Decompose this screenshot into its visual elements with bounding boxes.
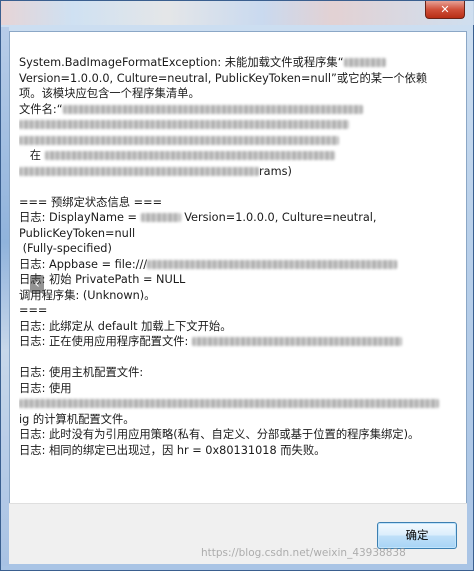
message-line [19,117,459,133]
message-line: 日志: 相同的绑定已出现过，因 hr = 0x80131018 而失败。 [19,443,459,459]
message-line: 日志: 正在使用应用程序配置文件: [19,334,459,350]
message-text: 在 [19,149,45,162]
message-line: 项。该模块应包含一个程序集清单。 [19,86,459,102]
message-line: 日志: 使用主机配置文件: [19,365,459,381]
message-text: 日志: 相同的绑定已出现过，因 hr = 0x80131018 而失败。 [19,443,326,457]
message-text: ig 的计算机配置文件。 [19,412,135,426]
message-line: (Fully-specified) [19,241,459,257]
message-line: PublicKeyToken=null [19,226,459,242]
message-text: PublicKeyToken=null [19,226,136,240]
redacted-text [19,120,349,129]
ok-button[interactable]: 确定 [377,522,457,549]
message-text: Version=1.0.0.0, Culture=neutral, Public… [19,71,428,85]
redacted-text [19,135,339,145]
message-text: 日志: 此绑定从 default 加载上下文开始。 [19,319,232,333]
message-line [19,350,459,366]
message-line: === 预绑定状态信息 === [19,195,459,211]
message-text: 日志: 正在使用应用程序配置文件: [19,335,192,348]
message-line: Version=1.0.0.0, Culture=neutral, Public… [19,71,459,87]
message-line: 日志: Appbase = file:/// [19,257,459,273]
message-text: 文件名:“ [19,102,63,116]
error-message: System.BadImageFormatException: 未能加载文件或程… [19,55,459,515]
message-text: 项。该模块应包含一个程序集清单。 [19,87,200,100]
redacted-text [140,213,181,222]
message-line: 日志: 初始 PrivatePath = NULL [19,272,459,288]
message-text: === [19,304,48,317]
redacted-text [343,58,386,67]
message-line: ig 的计算机配置文件。 [19,412,459,428]
message-text: 日志: DisplayName = [19,211,141,224]
message-line: 日志: 使用 [19,381,459,397]
title-bar [1,1,474,25]
message-text: 日志: 此时没有为引用应用策略(私有、自定义、分部或基于位置的程序集绑定)。 [19,428,420,441]
watermark-text: https://blog.csdn.net/weixin_43938838 [201,547,406,559]
message-text: 日志: 使用主机配置文件: [19,366,144,379]
message-text: 日志: Appbase = file:/// [19,257,148,271]
message-line [19,133,459,149]
error-dialog-window: ✕ System.BadImageFormatException: 未能加载文件… [0,0,474,571]
message-text: Version=1.0.0.0, Culture=neutral, [180,211,377,224]
redacted-text [62,104,363,114]
message-line: System.BadImageFormatException: 未能加载文件或程… [19,55,459,71]
message-line: 文件名:“ [19,102,459,118]
message-text: System.BadImageFormatException: 未能加载文件或程… [19,56,344,69]
scroll-left-icon: ‹ [30,275,44,293]
message-text: === 预绑定状态信息 === [19,195,163,209]
message-line: === [19,303,459,319]
redacted-text [19,166,259,176]
redacted-text [44,151,335,160]
redacted-text [147,259,398,269]
message-line: 在 [19,148,459,164]
background-strip [1,27,9,566]
message-line: 日志: DisplayName = Version=1.0.0.0, Cultu… [19,210,459,226]
redacted-text [191,337,402,346]
message-line: 日志: 此绑定从 default 加载上下文开始。 [19,319,459,335]
message-text: rams) [259,164,292,178]
message-line [19,396,459,412]
close-button[interactable]: ✕ [425,1,465,19]
message-line [19,179,459,195]
message-line: 调用程序集: (Unknown)。 [19,288,459,304]
message-text: (Fully-specified) [19,242,112,255]
redacted-text [19,399,439,408]
message-line: 日志: 此时没有为引用应用策略(私有、自定义、分部或基于位置的程序集绑定)。 [19,427,459,443]
message-text: 日志: 使用 [19,381,72,395]
message-line: rams) [19,164,459,180]
